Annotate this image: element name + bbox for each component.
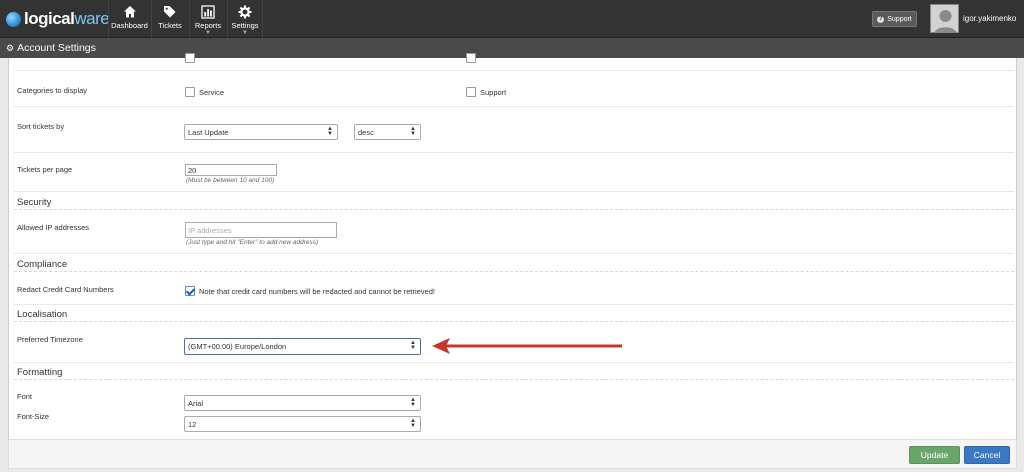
nav-settings-label: Settings xyxy=(231,21,259,30)
nav-reports[interactable]: Reports ▼ xyxy=(189,0,226,38)
tags-icon xyxy=(164,6,176,18)
sort-field-value: Last Update xyxy=(188,127,229,137)
cancel-button[interactable]: Cancel xyxy=(964,446,1010,464)
support-label: Support xyxy=(887,15,912,23)
select-arrows-icon: ▲ ▼ xyxy=(410,340,416,351)
category-service-label: Service xyxy=(199,88,225,97)
user-silhouette-icon xyxy=(931,5,958,32)
security-section-title: Security xyxy=(17,197,52,208)
logo[interactable]: logicalware xyxy=(6,9,110,29)
settings-gear-icon: ⚙ xyxy=(6,42,15,53)
home-icon xyxy=(123,6,136,18)
nav-dashboard-label: Dashboard xyxy=(111,21,148,30)
sort-order-value: desc xyxy=(358,127,374,137)
localisation-section-title: Localisation xyxy=(17,309,68,320)
timezone-label: Preferred Timezone xyxy=(17,335,83,344)
bar-chart-icon xyxy=(201,5,215,19)
allowed-ip-help: (Just type and hit "Enter" to add new ad… xyxy=(186,239,319,246)
nav-tickets[interactable]: Tickets xyxy=(151,0,188,38)
row-divider xyxy=(14,152,1014,153)
timezone-value: (GMT+00:00) Europe/London xyxy=(188,342,287,351)
font-size-value: 12 xyxy=(188,419,197,429)
row-divider xyxy=(14,70,1014,71)
compliance-section-title: Compliance xyxy=(17,259,68,270)
category-support-label: Support xyxy=(480,88,507,97)
settings-panel: Categories to display Service Support So… xyxy=(8,53,1017,439)
font-label: Font xyxy=(17,392,33,401)
update-button[interactable]: Update xyxy=(909,446,960,464)
reports-caret-icon: ▼ xyxy=(205,30,211,36)
font-size-label: Font-Size xyxy=(17,412,50,421)
category-service-checkbox[interactable] xyxy=(185,87,195,97)
category-support-checkbox[interactable] xyxy=(466,87,476,97)
username[interactable]: igor.yakimenko xyxy=(963,14,1016,23)
tickets-per-page-label: Tickets per page xyxy=(17,165,73,174)
brand-name-bold: logical xyxy=(24,9,75,28)
font-size-select[interactable]: 12 ▲ ▼ xyxy=(184,416,421,432)
font-select[interactable]: Arial ▲ ▼ xyxy=(184,395,421,411)
select-arrows-icon: ▲ ▼ xyxy=(410,418,416,429)
redact-cc-label: Redact Credit Card Numbers xyxy=(17,285,114,294)
nav-dashboard[interactable]: Dashboard xyxy=(108,0,150,38)
form-footer: Update Cancel xyxy=(8,439,1017,469)
nav-reports-label: Reports xyxy=(194,21,222,30)
nav-settings[interactable]: Settings ▼ xyxy=(227,0,263,38)
select-arrows-icon: ▲ ▼ xyxy=(327,126,333,137)
question-icon: ? xyxy=(877,15,885,23)
annotation-arrow-icon xyxy=(432,338,622,354)
section-divider xyxy=(14,321,1014,322)
section-divider xyxy=(14,379,1014,380)
settings-caret-icon: ▼ xyxy=(242,30,248,36)
partial-checkbox-right[interactable] xyxy=(466,53,476,63)
top-navbar: logicalware Dashboard Tickets Reports ▼ … xyxy=(0,0,1024,38)
tickets-per-page-input[interactable]: 20 xyxy=(185,164,277,176)
logo-mark-icon xyxy=(6,11,21,27)
row-divider xyxy=(14,106,1014,107)
redact-cc-note: Note that credit card numbers will be re… xyxy=(199,287,435,296)
nav-tickets-label: Tickets xyxy=(158,21,182,30)
section-divider xyxy=(14,271,1014,272)
sort-tickets-label: Sort tickets by xyxy=(17,122,65,131)
partial-checkbox-left[interactable] xyxy=(185,53,195,63)
support-button[interactable]: ? Support xyxy=(872,11,917,27)
row-divider xyxy=(14,304,1014,305)
row-divider xyxy=(14,362,1014,363)
avatar[interactable] xyxy=(930,4,959,33)
row-divider xyxy=(14,253,1014,254)
allowed-ip-label: Allowed IP addresses xyxy=(17,223,89,232)
select-arrows-icon: ▲ ▼ xyxy=(410,126,416,137)
brand-name-light: ware xyxy=(74,9,110,28)
select-arrows-icon: ▲ ▼ xyxy=(410,397,416,408)
page-title: Account Settings xyxy=(17,42,96,54)
timezone-select[interactable]: (GMT+00:00) Europe/London ▲ ▼ xyxy=(184,338,421,355)
allowed-ip-input[interactable]: IP addresses xyxy=(185,222,337,238)
gear-icon xyxy=(238,5,252,19)
row-divider xyxy=(14,191,1014,192)
section-divider xyxy=(14,209,1014,210)
sort-order-select[interactable]: desc ▲ ▼ xyxy=(354,124,421,140)
font-value: Arial xyxy=(188,398,204,408)
formatting-section-title: Formatting xyxy=(17,367,63,378)
categories-label: Categories to display xyxy=(17,86,88,95)
redact-cc-checkbox[interactable] xyxy=(185,286,195,296)
tickets-per-page-help: (Must be between 10 and 100) xyxy=(186,177,275,184)
page-title-bar: ⚙ Account Settings xyxy=(0,38,1024,58)
sort-field-select[interactable]: Last Update ▲ ▼ xyxy=(184,124,338,140)
